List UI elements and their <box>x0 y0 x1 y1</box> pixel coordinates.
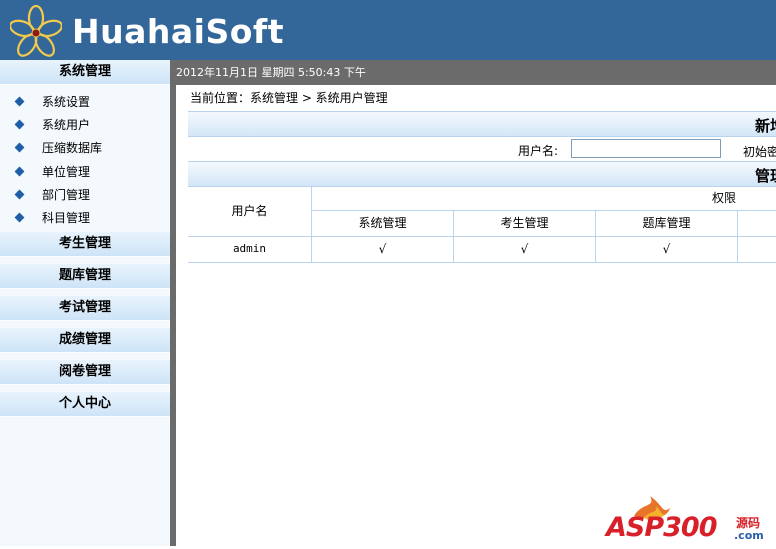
sidebar-head-personal[interactable]: 个人中心 <box>0 392 170 417</box>
perm-next-cell <box>737 237 776 262</box>
app-header: HuahaiSoft <box>0 0 776 60</box>
manage-title: 管理 <box>755 167 776 185</box>
manage-title-bar: 管理 <box>188 162 776 187</box>
breadcrumb: 当前位置：系统管理 > 系统用户管理 <box>190 91 388 105</box>
perm-examinees-check: √ <box>453 237 595 262</box>
datetime-text: 2012年11月1日 星期四 5:50:43 下午 <box>176 66 366 79</box>
watermark-domain: .com <box>734 529 764 542</box>
sidebar-head-question-bank[interactable]: 题库管理 <box>0 264 170 289</box>
sidebar-head-grading[interactable]: 阅卷管理 <box>0 360 170 385</box>
sidebar-head-scores[interactable]: 成绩管理 <box>0 328 170 353</box>
sidebar-item-units[interactable]: 单位管理 <box>0 161 170 183</box>
asp300-watermark-logo: ASP300 源码 .com <box>604 494 776 546</box>
new-user-title: 新增 <box>755 117 776 135</box>
row-username: admin <box>232 242 267 255</box>
perm-header-system: 系统管理 <box>311 211 453 236</box>
table-header: 用户名 权限 系统管理 考生管理 题库管理 <box>188 187 776 237</box>
status-bar: 2012年11月1日 星期四 5:50:43 下午 <box>176 60 776 85</box>
perm-header-question-bank: 题库管理 <box>595 211 737 236</box>
username-input[interactable] <box>571 139 721 158</box>
sidebar-item-departments[interactable]: 部门管理 <box>0 184 170 206</box>
diamond-bullet-icon <box>14 119 25 130</box>
new-user-title-bar: 新增 <box>188 112 776 137</box>
sidebar-item-label: 部门管理 <box>42 188 91 202</box>
sidebar-head-examinees[interactable]: 考生管理 <box>0 232 170 257</box>
sidebar-head-system[interactable]: 系统管理 <box>0 60 170 85</box>
sidebar: 系统管理 系统设置 系统用户 压缩数据库 单位管理 部门管理 科目管理 考生管理… <box>0 60 170 546</box>
username-label: 用户名: <box>518 144 559 158</box>
sidebar-item-label: 压缩数据库 <box>42 141 103 155</box>
watermark-text: ASP300 <box>606 512 717 543</box>
sidebar-item-system-settings[interactable]: 系统设置 <box>0 91 170 113</box>
perm-question-bank-check: √ <box>595 237 737 262</box>
flower-logo-icon <box>10 5 62 57</box>
sidebar-item-label: 单位管理 <box>42 165 91 179</box>
diamond-bullet-icon <box>14 166 25 177</box>
diamond-bullet-icon <box>14 96 25 107</box>
sidebar-head-exams[interactable]: 考试管理 <box>0 296 170 321</box>
col-permissions-header: 权限 <box>311 187 776 211</box>
sidebar-item-compress-db[interactable]: 压缩数据库 <box>0 137 170 159</box>
diamond-bullet-icon <box>14 212 25 223</box>
sidebar-item-subjects[interactable]: 科目管理 <box>0 207 170 229</box>
perm-header-next <box>737 211 776 236</box>
brand-name: HuahaiSoft <box>72 12 285 51</box>
sidebar-item-system-users[interactable]: 系统用户 <box>0 114 170 136</box>
table-row: admin √ √ √ <box>188 237 776 263</box>
perm-header-examinees: 考生管理 <box>453 211 595 236</box>
sidebar-item-label: 系统用户 <box>42 118 91 132</box>
initial-password-label: 初始密 <box>743 145 776 159</box>
sidebar-splitter[interactable] <box>170 60 176 546</box>
sidebar-item-label: 系统设置 <box>42 95 91 109</box>
perm-system-check: √ <box>311 237 453 262</box>
sidebar-item-label: 科目管理 <box>42 211 91 225</box>
diamond-bullet-icon <box>14 189 25 200</box>
diamond-bullet-icon <box>14 142 25 153</box>
col-username-header: 用户名 <box>231 204 268 218</box>
